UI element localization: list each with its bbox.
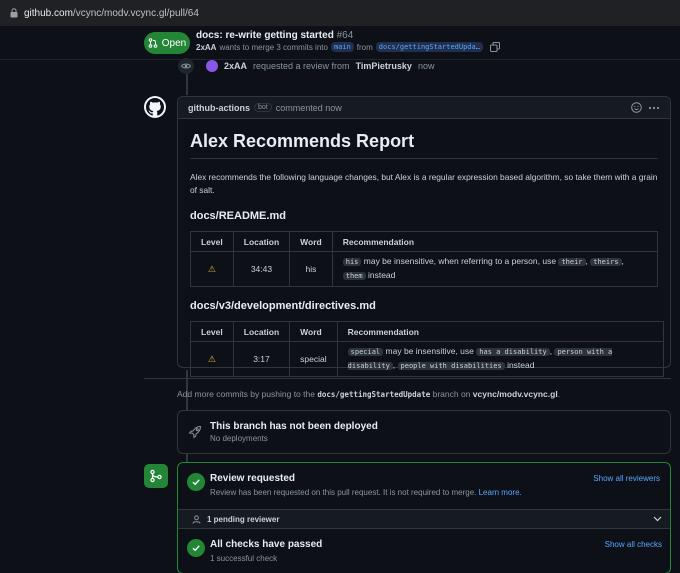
copy-icon[interactable] [489, 42, 500, 52]
repo-name[interactable]: vcync/modv.vcync.gl [473, 389, 558, 399]
recommendation-table: Level Location Word Recommendation ⚠ 34:… [190, 231, 659, 287]
pr-state-badge: Open [144, 32, 190, 54]
column-header: Word [289, 321, 338, 342]
merge-status-box: Review requested Review has been request… [177, 462, 671, 573]
head-branch[interactable]: docs/gettingStartedUpda… [375, 42, 483, 52]
comment-author[interactable]: github-actions [188, 103, 250, 113]
location-cell: 3:17 [232, 341, 291, 377]
rocket-icon [188, 425, 202, 439]
chevron-down-icon[interactable] [653, 516, 662, 522]
checks-subtitle: 1 successful check [210, 554, 278, 563]
pr-title: docs: re-write getting started #64 [196, 30, 354, 41]
browser-url-bar[interactable]: github.com/vcync/modv.vcync.gl/pull/64 [0, 0, 680, 26]
column-header: Level [190, 321, 234, 342]
kebab-menu-icon[interactable] [648, 106, 660, 110]
word-cell: his [289, 251, 333, 287]
recommendation-cell: special may be insensitive, use has a di… [336, 341, 665, 377]
comment-body: Alex Recommends Report Alex recommends t… [178, 119, 670, 387]
pr-author[interactable]: 2xAA [196, 43, 216, 52]
lock-icon [10, 8, 18, 18]
recommendation-table: Level Location Word Recommendation ⚠ 3:1… [190, 321, 665, 377]
branch-name[interactable]: docs/gettingStartedUpdate [317, 390, 430, 399]
smiley-icon[interactable] [631, 102, 642, 113]
report-intro: Alex recommends the following language c… [190, 172, 658, 195]
pull-request-icon [148, 38, 158, 48]
report-title: Alex Recommends Report [190, 131, 658, 159]
deploy-title: This branch has not been deployed [210, 421, 378, 432]
checks-title: All checks have passed [210, 539, 323, 550]
checks-status-row: All checks have passed 1 successful chec… [178, 529, 670, 573]
pr-sticky-header: Open docs: re-write getting started #64 … [0, 26, 680, 60]
pending-reviewer-label: 1 pending reviewer [207, 514, 280, 524]
pr-merge-summary: 2xAA wants to merge 3 commits into main … [196, 42, 500, 52]
git-merge-icon [144, 464, 168, 488]
file-heading: docs/v3/development/directives.md [190, 300, 376, 312]
show-all-checks-link[interactable]: Show all checks [605, 540, 662, 549]
base-branch[interactable]: main [330, 42, 354, 52]
event-time[interactable]: now [418, 61, 435, 71]
eye-icon [178, 58, 194, 74]
deploy-subtitle: No deployments [210, 434, 268, 443]
check-circle-icon [187, 539, 205, 557]
table-row: ⚠ 34:43 his his may be insensitive, when… [190, 251, 659, 287]
recommendation-cell: his may be insensitive, when referring t… [331, 251, 659, 287]
column-header: Recommendation [331, 231, 659, 252]
deployment-box: This branch has not been deployed No dep… [177, 410, 671, 454]
pr-number: #64 [336, 30, 354, 41]
event-actor[interactable]: 2xAA [224, 61, 247, 71]
github-logo-avatar[interactable] [144, 96, 166, 118]
pr-state-label: Open [161, 37, 187, 49]
level-cell: ⚠ [190, 251, 234, 287]
column-header: Recommendation [336, 321, 665, 342]
url-text[interactable]: github.com/vcync/modv.vcync.gl/pull/64 [24, 8, 199, 19]
word-cell: special [289, 341, 338, 377]
check-circle-icon [187, 473, 205, 491]
column-header: Level [190, 231, 234, 252]
learn-more-link[interactable]: Learn more. [479, 488, 522, 497]
table-row: ⚠ 3:17 special special may be insensitiv… [190, 341, 665, 377]
show-all-reviewers-link[interactable]: Show all reviewers [593, 474, 660, 483]
review-subtitle: Review has been requested on this pull r… [210, 488, 522, 497]
column-header: Location [232, 231, 291, 252]
pending-reviewers-toggle[interactable]: 1 pending reviewer [178, 509, 670, 529]
event-reviewer[interactable]: TimPietrusky [356, 61, 412, 71]
level-cell: ⚠ [190, 341, 234, 377]
file-heading: docs/README.md [190, 210, 286, 222]
warning-icon: ⚠ [207, 353, 216, 364]
bot-badge: bot [254, 103, 272, 112]
location-cell: 34:43 [232, 251, 291, 287]
github-icon [146, 98, 164, 116]
column-header: Word [289, 231, 333, 252]
review-title: Review requested [210, 473, 296, 484]
warning-icon: ⚠ [207, 263, 216, 274]
column-header: Location [232, 321, 291, 342]
person-icon [192, 514, 201, 524]
comment-time[interactable]: commented now [276, 103, 342, 113]
bot-comment: github-actions bot commented now Alex Re… [177, 96, 671, 377]
comment-header: github-actions bot commented now [178, 97, 670, 119]
push-note: Add more commits by pushing to the docs/… [177, 389, 561, 399]
avatar[interactable] [206, 60, 218, 72]
timeline-divider [144, 378, 671, 379]
review-request-event: 2xAA requested a review from TimPietrusk… [178, 58, 434, 74]
